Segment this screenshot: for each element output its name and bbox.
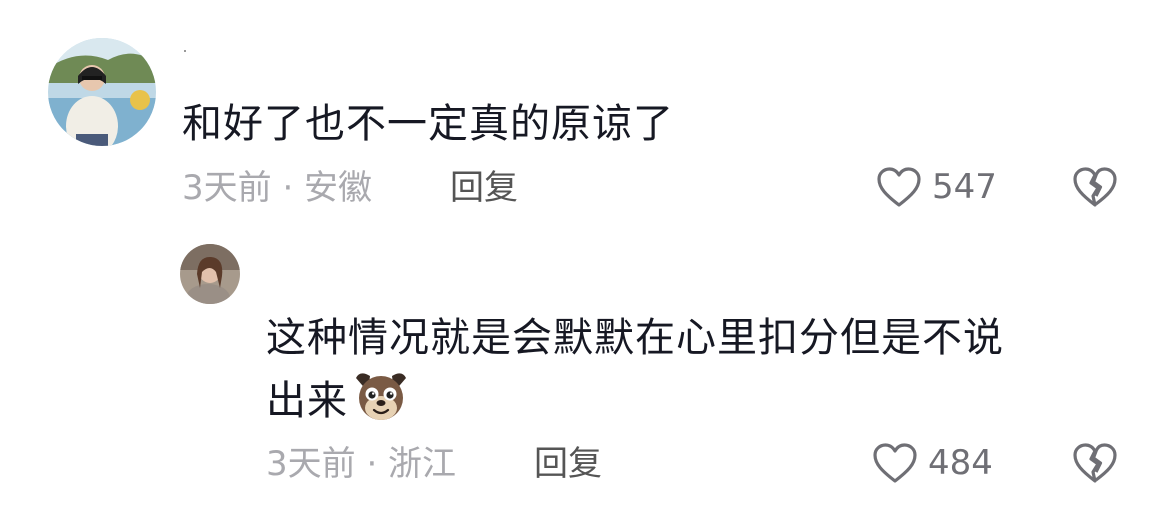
reply-button[interactable]: 回复 bbox=[450, 168, 518, 208]
reply-text-line2-content: 出来 bbox=[266, 378, 348, 424]
comment-text: 和好了也不一定真的原谅了 bbox=[182, 101, 674, 147]
broken-heart-icon bbox=[1072, 166, 1118, 208]
dog-face-emoji bbox=[352, 370, 410, 439]
reply-text-line2: 出来 bbox=[266, 370, 410, 439]
heart-outline-icon bbox=[876, 166, 922, 208]
comment-meta: 3天前 · 安徽 bbox=[182, 168, 373, 208]
reply-button[interactable]: 回复 bbox=[534, 444, 602, 484]
like-count: 484 bbox=[928, 443, 993, 483]
dislike-button[interactable] bbox=[1072, 166, 1118, 208]
reply-avatar[interactable] bbox=[180, 244, 240, 304]
reply-text-line1: 这种情况就是会默默在心里扣分但是不说 bbox=[266, 315, 1004, 361]
like-button[interactable]: 484 bbox=[872, 442, 993, 484]
decorative-dot bbox=[184, 50, 186, 52]
like-count: 547 bbox=[932, 167, 997, 207]
heart-outline-icon bbox=[872, 442, 918, 484]
broken-heart-icon bbox=[1072, 442, 1118, 484]
dislike-button[interactable] bbox=[1072, 442, 1118, 484]
like-button[interactable]: 547 bbox=[876, 166, 997, 208]
reply-meta: 3天前 · 浙江 bbox=[266, 444, 457, 484]
avatar[interactable] bbox=[48, 38, 156, 146]
